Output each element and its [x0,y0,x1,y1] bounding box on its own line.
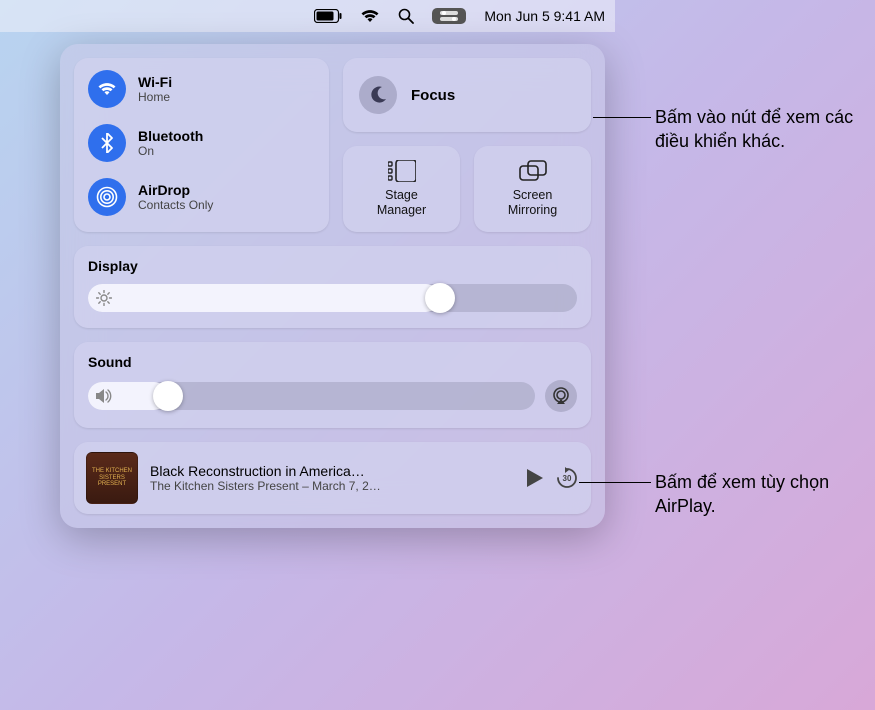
media-subtitle: The Kitchen Sisters Present – March 7, 2… [150,479,515,493]
stage-manager-icon [388,160,416,182]
battery-icon[interactable] [314,9,342,23]
sound-slider[interactable] [88,382,535,410]
album-art: THE KITCHEN SISTERS PRESENT [86,452,138,504]
media-title: Black Reconstruction in America… [150,463,515,479]
airplay-icon [551,387,571,405]
focus-label: Focus [411,87,455,104]
callout-airplay: Bấm để xem tùy chọn AirPlay. [655,470,865,519]
menu-bar: Mon Jun 5 9:41 AM [0,0,615,32]
stage-manager-label: Stage Manager [377,188,426,218]
sound-label: Sound [88,354,132,370]
menubar-clock[interactable]: Mon Jun 5 9:41 AM [484,8,605,24]
spotlight-icon[interactable] [398,8,414,24]
stage-manager-button[interactable]: Stage Manager [343,146,460,232]
bluetooth-status: On [138,144,203,158]
wifi-icon[interactable] [360,9,380,23]
airdrop-label: AirDrop [138,182,213,198]
volume-icon [96,389,114,403]
callout-focus: Bấm vào nút để xem các điều khiển khác. [655,105,865,154]
bluetooth-toggle[interactable]: Bluetooth On [88,124,315,162]
wifi-label: Wi-Fi [138,74,172,90]
focus-button[interactable]: Focus [343,58,591,132]
control-center-icon[interactable] [432,8,466,24]
airdrop-toggle[interactable]: AirDrop Contacts Only [88,178,315,216]
screen-mirroring-label: Screen Mirroring [508,188,557,218]
brightness-icon [96,290,112,306]
control-center-panel: Wi-Fi Home Bluetooth On AirDrop [60,44,605,528]
play-button[interactable] [527,469,543,487]
skip-forward-30-button[interactable]: 30 [555,466,579,490]
connectivity-card: Wi-Fi Home Bluetooth On AirDrop [74,58,329,232]
screen-mirroring-button[interactable]: Screen Mirroring [474,146,591,232]
bluetooth-label: Bluetooth [138,128,203,144]
airdrop-status: Contacts Only [138,198,213,212]
display-label: Display [88,258,577,274]
airdrop-icon [88,178,126,216]
now-playing-card[interactable]: THE KITCHEN SISTERS PRESENT Black Recons… [74,442,591,514]
display-card: Display [74,246,591,328]
moon-icon [359,76,397,114]
airplay-audio-button[interactable] [545,380,577,412]
screen-mirroring-icon [519,160,547,182]
sound-card: Sound [74,342,591,428]
display-slider[interactable] [88,284,577,312]
svg-text:30: 30 [563,474,572,483]
wifi-status: Home [138,90,172,104]
wifi-icon [88,70,126,108]
bluetooth-icon [88,124,126,162]
wifi-toggle[interactable]: Wi-Fi Home [88,70,315,108]
